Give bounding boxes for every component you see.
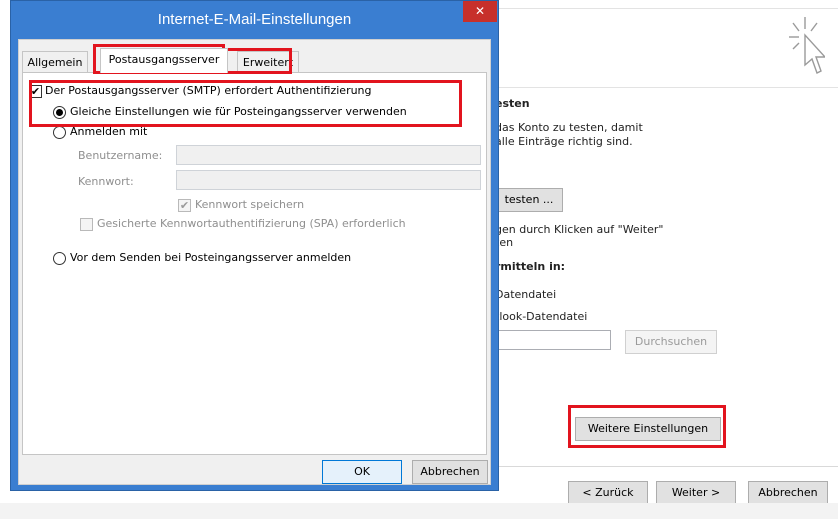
dialog-title: Internet-E-Mail-Einstellungen — [157, 11, 352, 28]
tab-general[interactable]: Allgemein — [22, 51, 88, 73]
cursor-sparkle-icon — [789, 17, 825, 74]
login-before-send-label: Vor dem Senden bei Posteingangsserver an… — [70, 251, 352, 264]
next-hint-line1: gen durch Klicken auf "Weiter" — [495, 223, 664, 236]
data-file-path-input[interactable] — [495, 330, 611, 350]
username-field[interactable] — [176, 145, 481, 165]
spa-checkbox[interactable] — [80, 218, 93, 231]
smtp-auth-checkbox[interactable]: ✔ — [29, 85, 42, 98]
existing-data-file-option[interactable]: tlook-Datendatei — [495, 310, 587, 323]
taskbar-strip — [0, 503, 838, 519]
password-label: Kennwort: — [78, 175, 134, 188]
tab-outgoing-server[interactable]: Postausgangsserver — [100, 48, 228, 73]
login-with-label: Anmelden mit — [70, 125, 148, 138]
spa-label: Gesicherte Kennwortauthentifizierung (SP… — [97, 217, 406, 230]
back-button[interactable]: < Zurück — [568, 481, 648, 505]
username-label: Benutzername: — [78, 149, 163, 162]
dialog-client-area: Allgemein Postausgangsserver Erweitert ✔… — [18, 39, 491, 485]
same-settings-label: Gleiche Einstellungen wie für Posteingan… — [70, 105, 407, 118]
next-button[interactable]: Weiter > — [656, 481, 736, 505]
wizard-footer-separator — [495, 466, 838, 467]
wizard-cancel-button[interactable]: Abbrechen — [748, 481, 828, 505]
dialog-cancel-button[interactable]: Abbrechen — [412, 460, 488, 484]
deliver-to-label: rmitteln in: — [495, 260, 566, 273]
test-account-button[interactable]: testen ... — [495, 188, 563, 212]
more-settings-button[interactable]: Weitere Einstellungen — [575, 417, 721, 441]
test-description-line1: das Konto zu testen, damit — [495, 121, 643, 134]
same-settings-radio[interactable] — [53, 106, 66, 119]
test-description-line2: alle Einträge richtig sind. — [495, 135, 633, 148]
remember-password-checkbox[interactable]: ✔ — [178, 199, 191, 212]
new-data-file-option[interactable]: Datendatei — [495, 288, 556, 301]
test-section-title: esten — [495, 97, 530, 110]
smtp-auth-label: Der Postausgangsserver (SMTP) erfordert … — [45, 84, 372, 97]
login-before-send-radio[interactable] — [53, 252, 66, 265]
remember-password-label: Kennwort speichern — [195, 198, 305, 211]
password-field[interactable] — [176, 170, 481, 190]
browse-button[interactable]: Durchsuchen — [625, 330, 717, 354]
wizard-header — [495, 8, 838, 88]
login-with-radio[interactable] — [53, 126, 66, 139]
internet-email-settings-dialog: Internet-E-Mail-Einstellungen ✕ Allgemei… — [10, 0, 499, 491]
outgoing-server-panel: ✔ Der Postausgangsserver (SMTP) erforder… — [22, 72, 487, 455]
close-icon[interactable]: ✕ — [463, 1, 497, 22]
ok-button[interactable]: OK — [322, 460, 402, 484]
wizard-content: esten das Konto zu testen, damit alle Ei… — [495, 88, 838, 466]
tab-advanced[interactable]: Erweitert — [237, 51, 299, 73]
